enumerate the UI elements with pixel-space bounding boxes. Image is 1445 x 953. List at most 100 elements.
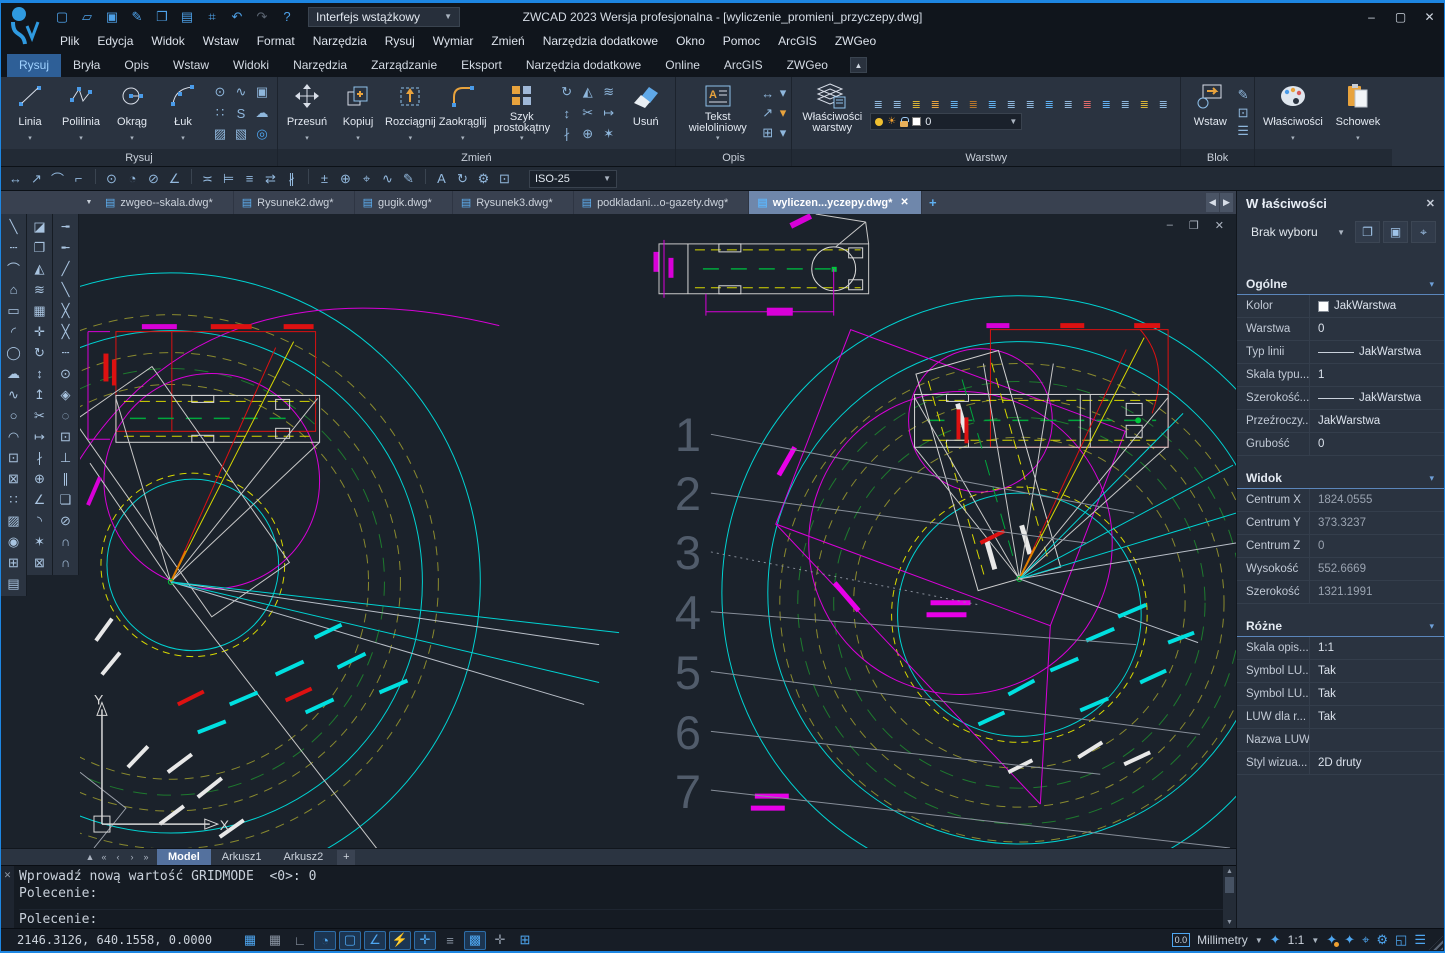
- baseline-dimension-icon[interactable]: ⊨: [218, 169, 239, 189]
- copy-button[interactable]: Kopiuj ▾: [334, 79, 382, 147]
- select-objects-icon[interactable]: ▣: [1383, 221, 1408, 243]
- extend-icon[interactable]: ↦: [28, 426, 52, 447]
- layer-unlock-icon[interactable]: ≣: [984, 96, 1000, 112]
- chamfer-icon[interactable]: ∠: [28, 489, 52, 510]
- wipeout-icon[interactable]: ▧: [231, 124, 251, 144]
- lineweight-display-icon[interactable]: ≡: [439, 931, 461, 950]
- property-row[interactable]: Styl wizua... 2D druty: [1237, 752, 1444, 775]
- join-icon[interactable]: ⊕: [578, 124, 598, 144]
- properties-panel-header[interactable]: W łaściwości ✕: [1237, 191, 1444, 216]
- property-row[interactable]: Centrum Z 0: [1237, 535, 1444, 558]
- layout-tab[interactable]: Arkusz2: [273, 849, 335, 865]
- menu-item[interactable]: Rysuj: [376, 32, 424, 50]
- snap-mode-icon[interactable]: ▦: [239, 931, 261, 950]
- menu-item[interactable]: Edycja: [88, 32, 142, 50]
- multiple-points-icon[interactable]: ∷: [210, 103, 230, 123]
- command-scrollbar[interactable]: ▲ ▼: [1223, 866, 1236, 928]
- move-button[interactable]: Przesuń ▾: [283, 79, 331, 147]
- snap-quadrant-icon[interactable]: ◈: [54, 384, 78, 405]
- scroll-down-icon[interactable]: ▼: [1226, 919, 1233, 926]
- redo-icon[interactable]: ↷: [251, 7, 273, 27]
- clipboard-button[interactable]: Schowek ▾: [1329, 79, 1387, 147]
- maximize-button[interactable]: ▢: [1386, 7, 1415, 27]
- menu-item[interactable]: Widok: [142, 32, 193, 50]
- trim-icon[interactable]: ✂: [28, 405, 52, 426]
- arc-icon[interactable]: ⌒: [2, 258, 26, 279]
- grid-display-icon[interactable]: ▦: [264, 931, 286, 950]
- scroll-tabs-left-button[interactable]: ◀: [1206, 193, 1219, 212]
- osnap-on-icon[interactable]: ∩: [54, 531, 78, 552]
- menu-item[interactable]: ZWGeo: [826, 32, 885, 50]
- scroll-up-icon[interactable]: ▲: [1226, 868, 1233, 875]
- document-tab[interactable]: ▤ zwgeo--skala.dwg*: [97, 191, 234, 214]
- spline-cv-icon[interactable]: S: [231, 103, 251, 123]
- raster-image-icon[interactable]: ▤: [2, 573, 26, 594]
- save-icon[interactable]: ▣: [101, 7, 123, 27]
- ribbon-tab[interactable]: Widoki: [221, 54, 281, 77]
- annotation-scale-icon[interactable]: ✦: [1270, 932, 1281, 948]
- move-icon[interactable]: ✛: [28, 321, 52, 342]
- dimension-override-icon[interactable]: ⊡: [494, 169, 515, 189]
- dimension-tool-icon[interactable]: ↔ ▾: [758, 84, 787, 102]
- rotate-icon[interactable]: ↻: [28, 342, 52, 363]
- menu-item[interactable]: Wstaw: [194, 32, 248, 50]
- snap-nearest-icon[interactable]: ╱: [54, 258, 78, 279]
- osnap-settings-icon[interactable]: ∩: [54, 552, 78, 573]
- dimension-style-selector[interactable]: ISO-25 ▼: [529, 170, 617, 188]
- ribbon-tab[interactable]: ArcGIS: [712, 54, 775, 77]
- ribbon-tab[interactable]: Bryła: [61, 54, 112, 77]
- scale-icon[interactable]: ↕: [557, 103, 577, 123]
- snap-endpoint-icon[interactable]: ╼: [54, 216, 78, 237]
- polar-tracking-icon[interactable]: ◔: [314, 931, 336, 950]
- polyline-button[interactable]: Polilinia ▾: [57, 79, 105, 147]
- status-menu-icon[interactable]: ☰: [1414, 932, 1426, 948]
- leader-tool-icon[interactable]: ↗ ▾: [758, 104, 787, 122]
- document-tab[interactable]: ▤ Rysunek3.dwg*: [453, 191, 574, 214]
- layer-isolate-icon[interactable]: ≣: [946, 96, 962, 112]
- break-at-point-icon[interactable]: ∤: [28, 447, 52, 468]
- layer-freeze-icon[interactable]: ≣: [889, 96, 905, 112]
- ribbon-tab[interactable]: Opis: [112, 54, 161, 77]
- next-layout-button[interactable]: ›: [127, 852, 137, 862]
- donut-icon[interactable]: ◉: [2, 531, 26, 552]
- aligned-dimension-icon[interactable]: ↗: [26, 169, 47, 189]
- ortho-mode-icon[interactable]: ∟: [289, 931, 311, 950]
- property-row[interactable]: Przeźroczy... JakWarstwa: [1237, 410, 1444, 433]
- donut-icon[interactable]: ◎: [252, 124, 272, 144]
- open-file-icon[interactable]: ▱: [76, 7, 98, 27]
- layer-match-icon[interactable]: ≣: [1022, 96, 1038, 112]
- arc-length-dimension-icon[interactable]: ⌒: [47, 169, 68, 189]
- edit-block-icon[interactable]: ⊠: [28, 552, 52, 573]
- help-icon[interactable]: ?: [276, 7, 298, 27]
- resize-grip[interactable]: [1429, 936, 1443, 950]
- make-block-icon[interactable]: ⊠: [2, 468, 26, 489]
- construction-line-icon[interactable]: ┄: [2, 237, 26, 258]
- layer-states-icon[interactable]: ≣: [1136, 96, 1152, 112]
- stretch-icon[interactable]: ↥: [28, 384, 52, 405]
- mdi-restore-button[interactable]: ❐: [1189, 219, 1199, 232]
- property-row[interactable]: Centrum X 1824.0555: [1237, 489, 1444, 512]
- snap-insertion-icon[interactable]: ⊡: [54, 426, 78, 447]
- join-icon[interactable]: ⊕: [28, 468, 52, 489]
- ribbon-tab[interactable]: Narzędzia: [281, 54, 359, 77]
- dimension-tool-icon[interactable]: |: [419, 169, 426, 184]
- polygon-icon[interactable]: ⌂: [2, 279, 26, 300]
- snap-from-icon[interactable]: ❏: [54, 489, 78, 510]
- layout-tab[interactable]: Arkusz1: [211, 849, 273, 865]
- snap-perpendicular-icon[interactable]: ⊥: [54, 447, 78, 468]
- circle-icon[interactable]: ◯: [2, 342, 26, 363]
- layer-selector[interactable]: ☀ 0 ▼: [870, 113, 1022, 130]
- point-style-icon[interactable]: ⊙: [210, 82, 230, 102]
- dimension-edit-icon[interactable]: ✎: [398, 169, 419, 189]
- copy-icon[interactable]: ❐: [28, 237, 52, 258]
- layer-on-icon[interactable]: ≣: [908, 96, 924, 112]
- block-editor-icon[interactable]: ⊡: [1237, 105, 1249, 121]
- line-button[interactable]: Linia ▾: [6, 79, 54, 147]
- ellipse-icon[interactable]: ○: [2, 405, 26, 426]
- spline-icon[interactable]: ∿: [231, 82, 251, 102]
- property-row[interactable]: Nazwa LUW: [1237, 729, 1444, 752]
- close-icon[interactable]: ✕: [1426, 197, 1435, 210]
- close-tab-icon[interactable]: ✕: [900, 197, 908, 208]
- property-row[interactable]: Skala opis... 1:1: [1237, 637, 1444, 660]
- erase-button[interactable]: Usuń: [622, 79, 670, 147]
